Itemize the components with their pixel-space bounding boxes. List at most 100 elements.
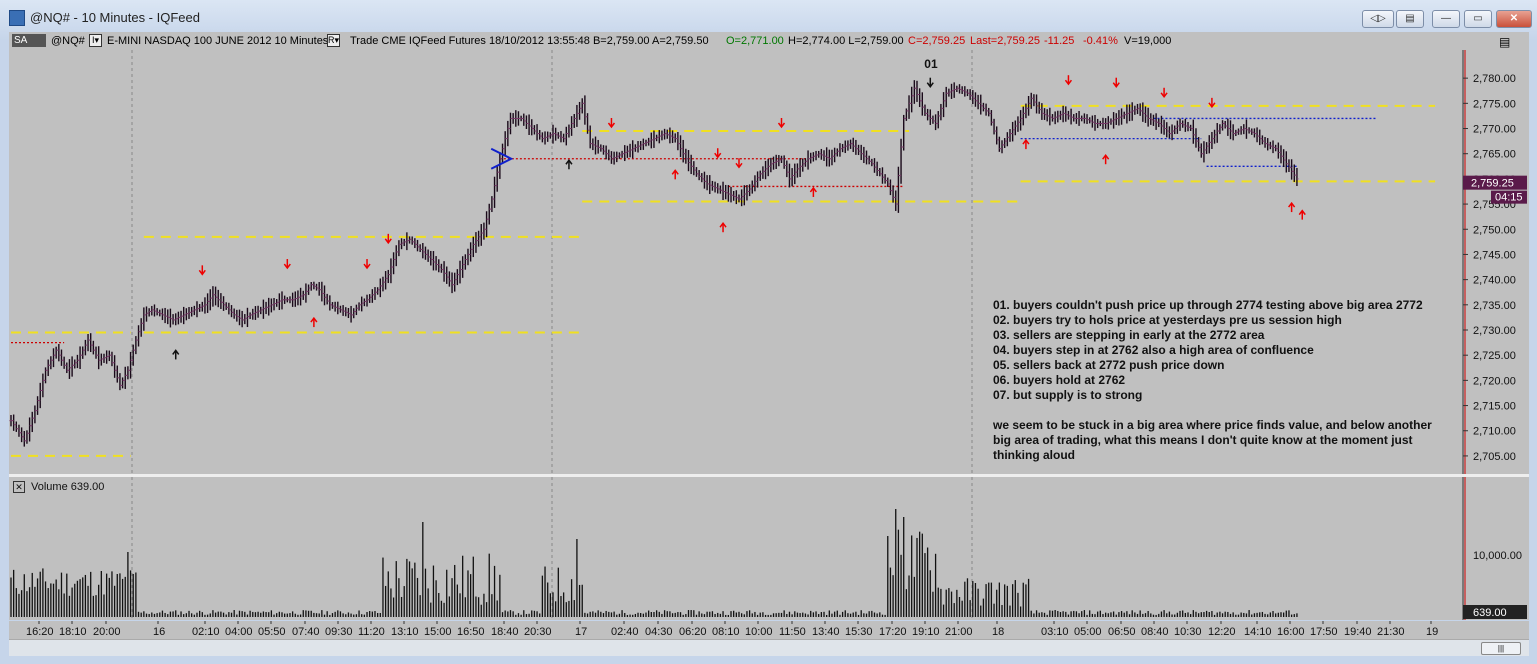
symbol-info-bar: SA @NQ# I▾ E-MINI NASDAQ 100 JUNE 2012 1… (9, 32, 1529, 50)
y-tick-label: 2,730.00 (1473, 325, 1516, 337)
x-tick-label: 13:10 (391, 626, 419, 638)
note-line: big area of trading, what this means I d… (993, 433, 1413, 447)
note-line: 02. buyers try to hols price at yesterda… (993, 313, 1342, 327)
note-line: thinking aloud (993, 448, 1075, 462)
volume-last-tag-text: 639.00 (1473, 607, 1507, 619)
close-price: C=2,759.25 (908, 35, 966, 47)
x-tick-label: 17:20 (879, 626, 907, 638)
last-price: Last=2,759.25 (970, 35, 1041, 47)
x-tick-label: 02:10 (192, 626, 220, 638)
countdown-tag-text: 04:15 (1495, 192, 1523, 204)
y-tick-label: 2,715.00 (1473, 401, 1516, 413)
x-tick-label: 08:40 (1141, 626, 1169, 638)
y-tick-label: 2,775.00 (1473, 98, 1516, 110)
y-tick-label: 2,735.00 (1473, 300, 1516, 312)
pct-change: -0.41% (1083, 35, 1118, 47)
x-tick-label: 19:10 (912, 626, 940, 638)
net-change: -11.25 (1044, 35, 1075, 47)
x-tick-label: 20:30 (524, 626, 552, 638)
x-tick-label: 02:40 (611, 626, 639, 638)
x-tick-label: 06:50 (1108, 626, 1136, 638)
x-tick-label: 19:40 (1344, 626, 1372, 638)
x-tick-label: 04:30 (645, 626, 673, 638)
x-tick-label: 16:00 (1277, 626, 1305, 638)
x-tick-label: 14:10 (1244, 626, 1272, 638)
x-tick-label: 18:40 (491, 626, 519, 638)
x-tick-label: 16 (153, 626, 165, 638)
x-tick-label: 05:00 (1074, 626, 1102, 638)
close-button[interactable]: ✕ (1496, 10, 1532, 28)
x-tick-label: 12:20 (1208, 626, 1236, 638)
x-tick-label: 04:00 (225, 626, 253, 638)
price-panel[interactable]: 2,780.002,775.002,770.002,765.002,760.00… (9, 50, 1529, 474)
x-tick-label: 18:10 (59, 626, 87, 638)
open-price: O=2,771.00 (726, 35, 784, 47)
note-line: we seem to be stuck in a big area where … (993, 418, 1432, 432)
x-tick-label: 06:20 (679, 626, 707, 638)
y-tick-label: 2,705.00 (1473, 451, 1516, 463)
r-dropdown-icon[interactable]: R▾ (327, 34, 340, 47)
time-axis[interactable]: 16:20 18:10 20:00 16 02:10 04:00 05:50 07:40 09:… (9, 621, 1529, 639)
x-tick-label: 11:50 (779, 626, 806, 638)
horizontal-scrollbar[interactable]: ||| (9, 639, 1529, 656)
volume-chart: 10,000.00 639.00 (10, 477, 1527, 620)
note-line: 06. buyers hold at 2762 (993, 373, 1126, 387)
x-tick-label: 17 (575, 626, 587, 638)
volume-title: ✕ Volume 639.00 (13, 481, 104, 493)
scrollbar-thumb[interactable]: ||| (1481, 642, 1521, 655)
last-price-tag-text: 2,759.25 (1471, 178, 1514, 190)
volume-field: V=19,000 (1124, 35, 1172, 47)
window-title: @NQ# - 10 Minutes - IQFeed (30, 10, 200, 25)
x-tick-label: 15:30 (845, 626, 873, 638)
minimize-button[interactable]: — (1432, 10, 1460, 28)
x-tick-label: 21:00 (945, 626, 973, 638)
y-tick-label: 2,750.00 (1473, 224, 1516, 236)
link-icon[interactable]: ◁▷ (1362, 10, 1394, 28)
quote-fields: Trade CME IQFeed Futures 18/10/2012 13:5… (350, 35, 709, 47)
x-tick-label: 15:00 (424, 626, 452, 638)
format-bars-icon[interactable]: ▤ (1499, 35, 1510, 49)
x-tick-label: 16:50 (457, 626, 485, 638)
y-tick-label: 2,710.00 (1473, 426, 1516, 438)
x-tick-label: 11:20 (358, 626, 385, 638)
x-tick-label: 16:20 (26, 626, 54, 638)
y-tick-label: 2,725.00 (1473, 350, 1516, 362)
y-tick-label: 2,770.00 (1473, 124, 1516, 136)
interval-dropdown-icon[interactable]: I▾ (89, 34, 102, 47)
volume-label: Volume (31, 481, 68, 493)
x-tick-label: 19 (1426, 626, 1438, 638)
note-line: 07. but supply is to strong (993, 388, 1143, 402)
analysis-notes: 01. buyers couldn't push price up throug… (993, 298, 1453, 463)
y-tick-label: 2,720.00 (1473, 375, 1516, 387)
x-tick-label: 07:40 (292, 626, 320, 638)
note-line: 05. sellers back at 2772 push price down (993, 358, 1225, 372)
note-line: 01. buyers couldn't push price up throug… (993, 298, 1423, 312)
note-line (993, 403, 1453, 418)
x-tick-label: 20:00 (93, 626, 121, 638)
title-bar[interactable]: @NQ# - 10 Minutes - IQFeed ◁▷ ▤ — ▭ ✕ (0, 0, 1537, 32)
format-icon[interactable]: ▤ (1396, 10, 1424, 28)
x-tick-label: 13:40 (812, 626, 840, 638)
y-tick-label: 2,780.00 (1473, 73, 1516, 85)
sa-selector[interactable]: SA (12, 34, 46, 47)
app-icon (9, 10, 25, 26)
symbol-label: @NQ# (51, 35, 85, 47)
maximize-button[interactable]: ▭ (1464, 10, 1492, 28)
close-indicator-icon[interactable]: ✕ (13, 481, 25, 493)
x-tick-label: 21:30 (1377, 626, 1405, 638)
instrument-description: E-MINI NASDAQ 100 JUNE 2012 10 Minutes (107, 35, 329, 47)
volume-value: 639.00 (70, 481, 105, 493)
x-tick-label: 05:50 (258, 626, 286, 638)
y-tick-label: 2,745.00 (1473, 249, 1516, 261)
note-line: 04. buyers step in at 2762 also a high a… (993, 343, 1314, 357)
volume-panel[interactable]: 10,000.00 639.00 ✕ Volume 639.00 (9, 477, 1529, 620)
note-line: 03. sellers are stepping in early at the… (993, 328, 1265, 342)
chart-window: @NQ# - 10 Minutes - IQFeed ◁▷ ▤ — ▭ ✕ SA… (0, 0, 1537, 664)
volume-y-tick-label: 10,000.00 (1473, 550, 1522, 562)
x-tick-label: 18 (992, 626, 1004, 638)
x-tick-label: 03:10 (1041, 626, 1069, 638)
x-tick-label: 09:30 (325, 626, 353, 638)
x-tick-label: 08:10 (712, 626, 740, 638)
annotation-label: 01 (924, 57, 938, 71)
x-tick-label: 17:50 (1310, 626, 1338, 638)
